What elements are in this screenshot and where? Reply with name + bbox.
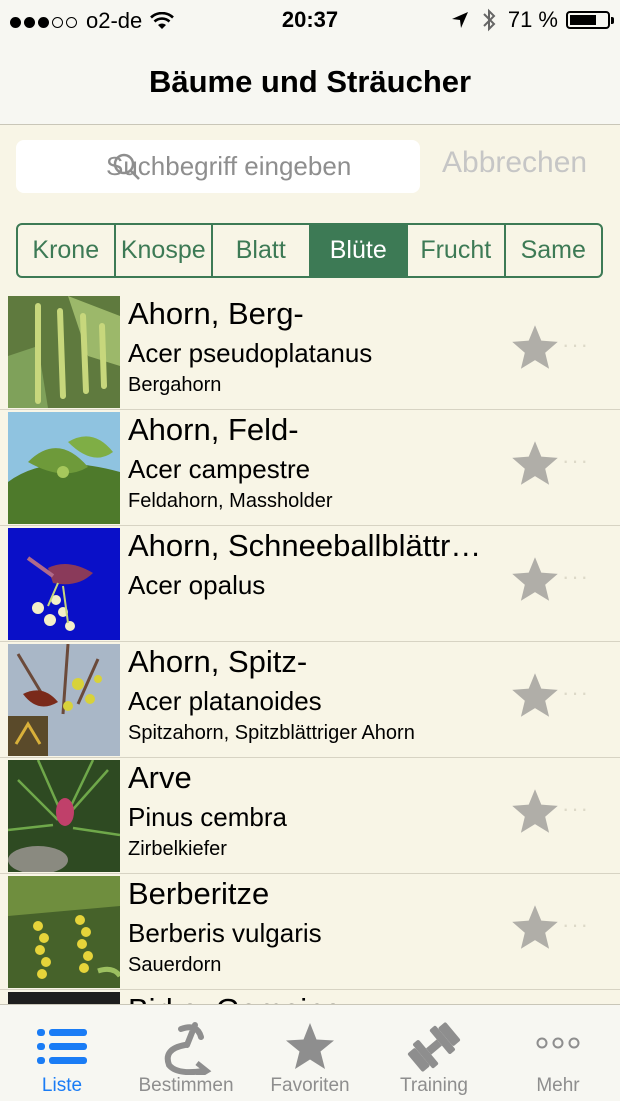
tab-bestimmen[interactable]: Bestimmen — [124, 1005, 248, 1101]
segment-bluete[interactable]: Blüte — [310, 225, 408, 276]
more-icon — [536, 1037, 580, 1049]
species-latin-name: Berberis vulgaris — [128, 918, 322, 948]
tab-label: Bestimmen — [138, 1075, 234, 1096]
tab-bar: Liste Bestimmen Favoriten Training Mehr — [0, 1004, 620, 1101]
favorite-star-icon[interactable] — [509, 554, 561, 606]
species-title: Berberitze — [128, 876, 270, 911]
tab-liste[interactable]: Liste — [0, 1005, 124, 1101]
list-icon — [37, 1029, 87, 1064]
search-bar[interactable] — [16, 140, 420, 193]
segment-frucht[interactable]: Frucht — [408, 225, 506, 276]
species-latin-name: Acer pseudoplatanus — [128, 338, 373, 368]
tab-favoriten[interactable]: Favoriten — [248, 1005, 372, 1101]
search-icon — [113, 153, 140, 180]
segment-blatt[interactable]: Blatt — [213, 225, 311, 276]
segment-knospe[interactable]: Knospe — [116, 225, 213, 276]
species-title: Birke, Gemeine — [128, 992, 513, 1004]
tab-label: Training — [400, 1075, 468, 1096]
species-thumbnail — [8, 412, 120, 524]
favorite-star-icon[interactable] — [509, 322, 561, 374]
dumbbell-icon — [407, 1022, 461, 1072]
species-thumbnail — [8, 296, 120, 408]
battery-icon — [566, 11, 614, 29]
list-item[interactable]: Ahorn, Feld- Acer campestre Feldahorn, M… — [0, 410, 620, 526]
species-common-names: Bergahorn — [128, 374, 222, 396]
star-icon — [286, 1023, 334, 1069]
species-latin-name: Acer platanoides — [128, 686, 322, 716]
more-options-icon[interactable]: ··· — [562, 912, 590, 938]
more-options-icon[interactable]: ··· — [562, 332, 590, 358]
species-latin-name: Acer campestre — [128, 454, 311, 484]
species-thumbnail — [8, 644, 120, 756]
species-common-names: Sauerdorn — [128, 954, 222, 976]
species-title: Ahorn, Schneeballblättr… — [128, 528, 482, 563]
tab-label: Liste — [41, 1075, 83, 1096]
bluetooth-icon — [483, 8, 496, 32]
species-thumbnail — [8, 528, 120, 640]
species-thumbnail — [8, 760, 120, 872]
tab-label: Favoriten — [270, 1075, 350, 1096]
battery-percent: 71 % — [507, 7, 558, 32]
more-options-icon[interactable]: ··· — [562, 680, 590, 706]
species-title: Arve — [128, 760, 192, 795]
list-item[interactable]: Ahorn, Schneeballblättr… Acer opalus ··· — [0, 526, 620, 642]
tab-label: Mehr — [536, 1075, 580, 1096]
list-item[interactable]: Berberitze Berberis vulgaris Sauerdorn ·… — [0, 874, 620, 990]
more-options-icon[interactable]: ··· — [562, 564, 590, 590]
page-title: Bäume und Sträucher — [148, 64, 472, 99]
species-latin-name: Acer opalus — [128, 570, 266, 600]
more-options-icon[interactable]: ··· — [562, 448, 590, 474]
list-item[interactable]: Ahorn, Spitz- Acer platanoides Spitzahor… — [0, 642, 620, 758]
species-list: Ahorn, Berg- Acer pseudoplatanus Bergaho… — [0, 294, 620, 1004]
navigation-bar: Bäume und Sträucher — [0, 40, 620, 125]
status-right: 71 % — [450, 7, 614, 33]
location-icon — [451, 12, 468, 28]
species-title: Ahorn, Feld- — [128, 412, 299, 447]
status-bar: o2-de 20:37 71 % — [0, 0, 620, 40]
identify-icon — [164, 1022, 212, 1075]
category-segmented-control: Krone Knospe Blatt Blüte Frucht Same — [16, 223, 603, 278]
segment-krone[interactable]: Krone — [18, 225, 116, 276]
tab-mehr[interactable]: Mehr — [496, 1005, 620, 1101]
search-input[interactable] — [104, 150, 408, 183]
favorite-star-icon[interactable] — [509, 438, 561, 490]
favorite-star-icon[interactable] — [509, 902, 561, 954]
list-item[interactable]: Ahorn, Berg- Acer pseudoplatanus Bergaho… — [0, 294, 620, 410]
species-latin-name: Pinus cembra — [128, 802, 287, 832]
species-title: Ahorn, Spitz- — [128, 644, 308, 679]
favorite-star-icon[interactable] — [509, 786, 561, 838]
list-item[interactable]: Birke, Gemeine — [0, 990, 620, 1004]
species-common-names: Spitzahorn, Spitzblättriger Ahorn — [128, 722, 415, 744]
favorite-star-icon[interactable] — [509, 670, 561, 722]
species-thumbnail — [8, 876, 120, 988]
species-thumbnail — [8, 992, 120, 1004]
species-title: Ahorn, Berg- — [128, 296, 304, 331]
species-common-names: Feldahorn, Massholder — [128, 490, 333, 512]
species-common-names: Zirbelkiefer — [128, 838, 227, 860]
tab-training[interactable]: Training — [372, 1005, 496, 1101]
list-item[interactable]: Arve Pinus cembra Zirbelkiefer ··· — [0, 758, 620, 874]
more-options-icon[interactable]: ··· — [562, 796, 590, 822]
segment-same[interactable]: Same — [506, 225, 602, 276]
cancel-button[interactable]: Abbrechen — [442, 146, 587, 180]
